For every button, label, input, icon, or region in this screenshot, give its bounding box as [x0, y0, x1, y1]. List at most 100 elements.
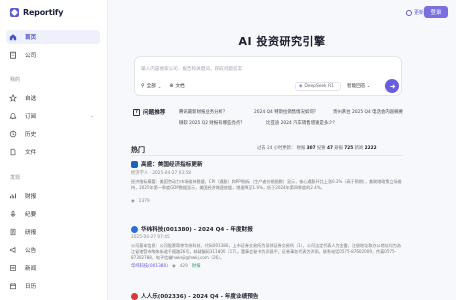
question-icon: ? [133, 108, 140, 116]
sidebar-item-company[interactable]: 公司 [6, 48, 100, 62]
scope-all-dropdown[interactable]: ⚲ 全部 ⌄ [141, 83, 161, 89]
sidebar-item-label: 历史 [25, 132, 37, 138]
recommend-question[interactable]: 腾讯最新财报业务分析？ [179, 109, 227, 115]
app-name: Reportify [23, 7, 64, 17]
calendar-icon [9, 282, 17, 290]
home-icon [9, 33, 17, 41]
recommend-header: ? 问题推荐 [133, 108, 165, 116]
sidebar-item-label: 研报 [25, 230, 37, 236]
recommended-questions: ? 问题推荐 腾讯最新财报业务分析？ 2024 Q4 特斯拉销售情况如何？ 贵州… [133, 106, 413, 128]
smart-answer-label: 智能回答 [347, 84, 366, 89]
logo-icon [10, 7, 19, 17]
eye-icon: ◉ [131, 199, 135, 204]
sidebar-item-watchlist[interactable]: 自选 [6, 91, 100, 105]
stat-label: 研报 [334, 146, 343, 151]
report-card[interactable]: 华纬科技(001380) - 2024 Q4 - 年度财报 2025-04-27… [131, 225, 403, 269]
chevron-down-icon: ⌄ [89, 113, 94, 119]
category-badge: 财报 [191, 264, 201, 269]
recommend-question[interactable]: 比亚迪 2024 汽车销售增速是多少？ [266, 120, 337, 126]
update-label: 更新 [414, 10, 425, 16]
stat-value: 47 [326, 146, 333, 151]
card-title-text: 人人乐(002336) - 2024 Q4 - 年度业绩预告 [141, 294, 259, 300]
sidebar-item-label: 自选 [25, 96, 37, 102]
sidebar-item-financials[interactable]: 财报 [6, 189, 100, 203]
recommend-question[interactable]: 2024 Q4 特斯拉销售情况如何？ [254, 109, 318, 115]
company-tag[interactable]: 华纬科技(001380) [131, 263, 168, 269]
report-card[interactable]: 人人乐(002336) - 2024 Q4 - 年度业绩预告 [131, 292, 403, 300]
stat-label: 财报 [296, 146, 306, 151]
search-options: ⚲ 全部 ⌄ ⊕ 文档 [141, 83, 185, 89]
card-title-text: 华纬科技(001380) - 2024 Q4 - 年度财报 [141, 227, 253, 233]
sidebar-item-news[interactable]: 新闻 [6, 261, 100, 275]
sidebar-item-research[interactable]: 研报 [6, 225, 100, 239]
recommend-question[interactable]: 微软 2025 Q2 财报有哪些亮点？ [179, 120, 245, 126]
eye-icon: ◉ [171, 263, 176, 269]
view-count: 429 [179, 263, 188, 269]
login-button[interactable]: 登录 [424, 6, 448, 18]
sidebar-item-label: 财报 [25, 194, 37, 200]
chevron-down-icon: ⌄ [366, 83, 371, 88]
sidebar-item-label: 公告 [25, 248, 37, 254]
stat-value: 725 [344, 146, 354, 151]
card-footer: ◉ 2379 [131, 199, 403, 204]
send-button[interactable] [385, 79, 399, 93]
sidebar-item-label: 文件 [25, 150, 37, 156]
news-source-icon [131, 160, 138, 168]
file-icon [9, 148, 17, 156]
smart-answer-select[interactable]: 智能回答 ⌄ [347, 83, 370, 89]
doc-icon: ⊕ [169, 83, 174, 89]
card-summary: 经济指标摘要：美国劳动力市场维持稳健，CPI（通胀）和PPI指标（生产者价格指数… [131, 179, 402, 190]
sidebar-item-label: 新闻 [25, 266, 37, 272]
recommend-question[interactable]: 贵州茅台 2025 Q4 电话会内容摘要 [333, 109, 403, 115]
company-logo-icon [131, 292, 138, 300]
card-title-text: 高盛：美国经济指标更新 [141, 162, 203, 168]
model-icon: ◈ [299, 84, 303, 89]
card-title[interactable]: 人人乐(002336) - 2024 Q4 - 年度业绩预告 [131, 292, 403, 300]
sidebar: Reportify 首页 公司 我的 自选 订阅 ⌄ 历史 文件 发现 财报 纪… [0, 0, 108, 300]
sidebar-item-label: 公司 [25, 53, 37, 59]
sidebar-item-calendar[interactable]: 日历 [6, 279, 100, 293]
card-date: 经济学人 · 2025-04-27 03:58 [131, 171, 192, 176]
document-icon [9, 228, 17, 236]
update-link[interactable]: 更新 [406, 9, 424, 16]
page-title: AI 投资研究引擎 [238, 35, 326, 48]
model-label: DeepSeek R1 [304, 84, 334, 89]
sidebar-item-label: 纪要 [25, 212, 37, 218]
chart-icon [9, 192, 17, 200]
megaphone-icon [9, 246, 17, 254]
chevron-down-icon: ⌄ [157, 83, 162, 89]
clock-icon [9, 130, 17, 138]
sidebar-item-minutes[interactable]: 纪要 [6, 207, 100, 221]
section-label-discover: 发现 [10, 175, 21, 181]
sidebar-item-subscribe[interactable]: 订阅 ⌄ [6, 109, 100, 123]
news-card[interactable]: 高盛：美国经济指标更新 经济学人 · 2025-04-27 03:58 经济指标… [131, 160, 403, 204]
card-title[interactable]: 高盛：美国经济指标更新 [131, 160, 403, 168]
card-summary: 公司基本信息：公司股票简称华纬科技，代码001380，上市证券交易所为深圳证券交… [131, 243, 401, 260]
company-logo-icon [131, 225, 138, 233]
newspaper-icon [9, 264, 17, 272]
sidebar-item-label: 日历 [25, 284, 37, 290]
stat-label: 纪要 [316, 146, 326, 151]
update-stats: 过去 24 小时更新： 财报 307 纪要 47 研报 725 新闻 2222 [257, 145, 377, 151]
arrow-right-icon [389, 83, 395, 89]
card-footer: 华纬科技(001380) ◉ 429 财报 [131, 263, 403, 270]
card-title[interactable]: 华纬科技(001380) - 2024 Q4 - 年度财报 [131, 225, 403, 233]
view-count: 2379 [138, 199, 150, 204]
scope-doc-toggle[interactable]: ⊕ 文档 [169, 83, 184, 89]
stat-value: 2222 [364, 146, 377, 151]
model-select[interactable]: ◈ DeepSeek R1 [295, 82, 341, 91]
sidebar-item-announcement[interactable]: 公告 [6, 243, 100, 257]
sidebar-item-home[interactable]: 首页 [6, 30, 100, 44]
search-box[interactable]: 输入内容搜索公司、报告和关键词，获取问题答案 ⚲ 全部 ⌄ ⊕ 文档 ◈ Dee… [134, 56, 402, 96]
scope-all-label: 全部 [146, 84, 156, 89]
card-date: 2025-04-27 07:45 [131, 235, 170, 240]
mic-icon [9, 210, 17, 218]
sidebar-item-history[interactable]: 历史 [6, 127, 100, 141]
stat-label: 新闻 [354, 146, 364, 151]
sidebar-item-files[interactable]: 文件 [6, 145, 100, 159]
search-input[interactable]: 输入内容搜索公司、报告和关键词，获取问题答案 [141, 66, 242, 72]
stats-prefix: 过去 24 小时更新： [257, 146, 296, 151]
app-logo[interactable]: Reportify [10, 6, 63, 18]
globe-icon [406, 9, 412, 16]
sidebar-item-label: 订阅 [25, 114, 37, 120]
